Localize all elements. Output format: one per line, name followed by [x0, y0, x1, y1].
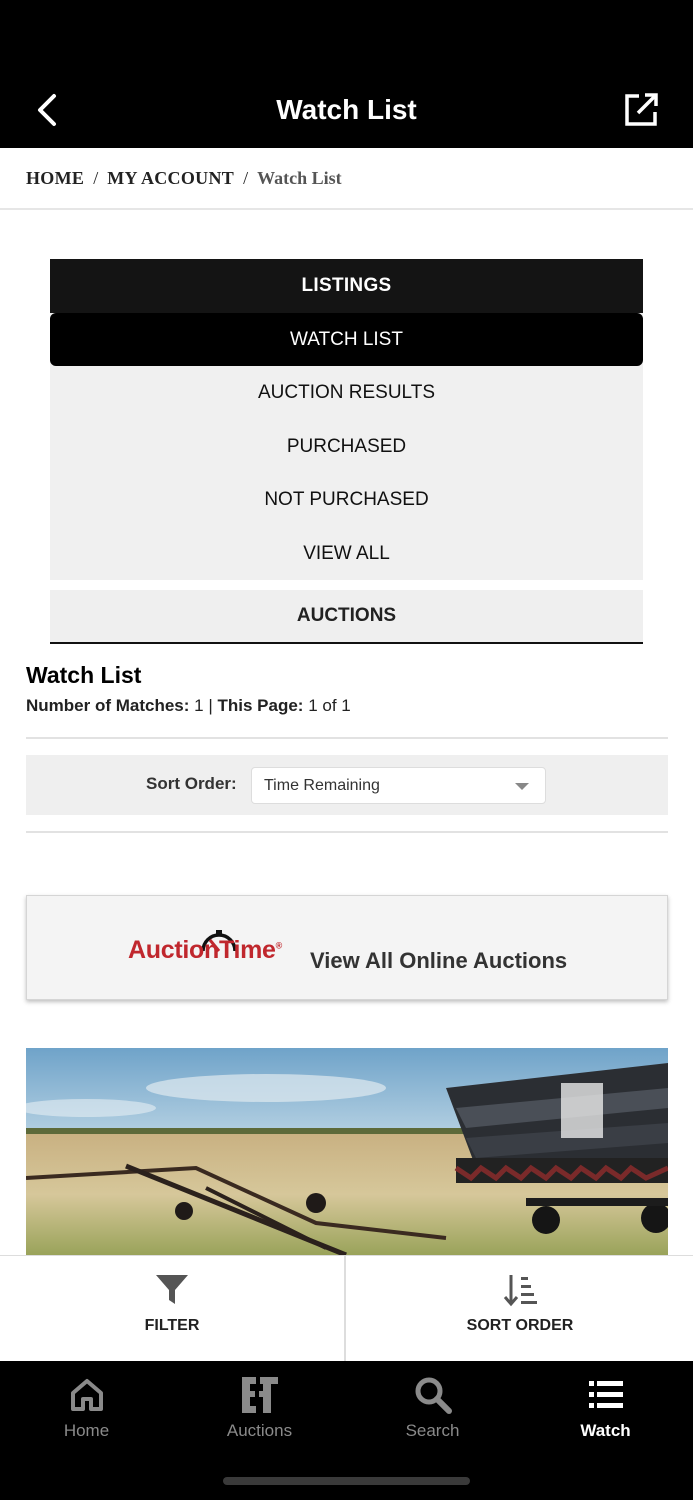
status-bar [0, 0, 693, 72]
sort-bar: Sort Order: Time Remaining [26, 755, 668, 815]
auctiontime-banner[interactable]: AuctionTime® View All Online Auctions [26, 895, 668, 1000]
matches-label: Number of Matches: [26, 696, 190, 715]
top-nav-bar: Watch List [0, 72, 693, 148]
sort-order-caption: SORT ORDER [466, 1317, 574, 1334]
listings-menu: WATCH LIST AUCTION RESULTS PURCHASED NOT… [50, 313, 643, 580]
divider [26, 831, 668, 833]
filter-label: FILTER [144, 1317, 200, 1334]
matches-value: 1 | [194, 696, 213, 715]
sort-order-label: Sort Order: [146, 774, 237, 793]
divider [26, 737, 668, 739]
breadcrumb-separator: / [243, 167, 249, 188]
breadcrumb-current: Watch List [257, 167, 342, 188]
filter-button[interactable]: FILTER [0, 1256, 346, 1362]
view-all-auctions-link[interactable]: View All Online Auctions [310, 948, 567, 974]
tab-label: Watch [580, 1421, 631, 1440]
auctions-icon [241, 1377, 278, 1413]
home-icon [70, 1379, 103, 1411]
tab-label: Auctions [226, 1421, 293, 1440]
search-icon [415, 1377, 452, 1414]
sort-order-button[interactable]: SORT ORDER [347, 1256, 693, 1362]
list-icon [588, 1381, 623, 1408]
home-indicator [223, 1477, 470, 1485]
breadcrumb-home[interactable]: HOME [26, 168, 84, 189]
menu-item-watch-list[interactable]: WATCH LIST [50, 313, 643, 366]
sort-order-value: Time Remaining [264, 777, 380, 794]
filter-icon [156, 1275, 188, 1304]
match-summary: Number of Matches: 1 | This Page: 1 of 1 [26, 696, 351, 716]
breadcrumb-separator: / [93, 167, 99, 188]
external-link-icon [625, 93, 658, 126]
tab-auctions[interactable]: Auctions [173, 1361, 346, 1461]
menu-item-view-all[interactable]: VIEW ALL [50, 527, 643, 580]
page-label: This Page: [217, 696, 304, 715]
tab-label: Search [405, 1421, 460, 1440]
sort-icon [503, 1275, 537, 1307]
field-equipment-illustration [26, 1048, 668, 1255]
section-title: Watch List [26, 662, 142, 688]
auctiontime-logo: AuctionTime® [128, 936, 282, 964]
tab-watch[interactable]: Watch [519, 1361, 692, 1461]
menu-item-purchased[interactable]: PURCHASED [50, 420, 643, 473]
tab-home[interactable]: Home [0, 1361, 173, 1461]
page-value: 1 of 1 [308, 696, 351, 715]
tab-search[interactable]: Search [346, 1361, 519, 1461]
menu-item-auction-results[interactable]: AUCTION RESULTS [50, 366, 643, 419]
caret-down-icon [515, 783, 529, 790]
action-bar: FILTER SORT ORDER [0, 1255, 693, 1362]
breadcrumb: HOME / MY ACCOUNT / Watch List [0, 148, 693, 210]
menu-item-not-purchased[interactable]: NOT PURCHASED [50, 473, 643, 526]
page-title: Watch List [276, 94, 417, 125]
listings-header[interactable]: LISTINGS [50, 259, 643, 313]
auctions-header[interactable]: AUCTIONS [50, 590, 643, 644]
promo-image[interactable] [26, 1048, 668, 1255]
breadcrumb-my-account[interactable]: MY ACCOUNT [107, 168, 234, 189]
sort-order-select[interactable]: Time Remaining [251, 767, 546, 804]
share-button[interactable] [623, 92, 659, 128]
tab-label: Home [63, 1421, 110, 1440]
